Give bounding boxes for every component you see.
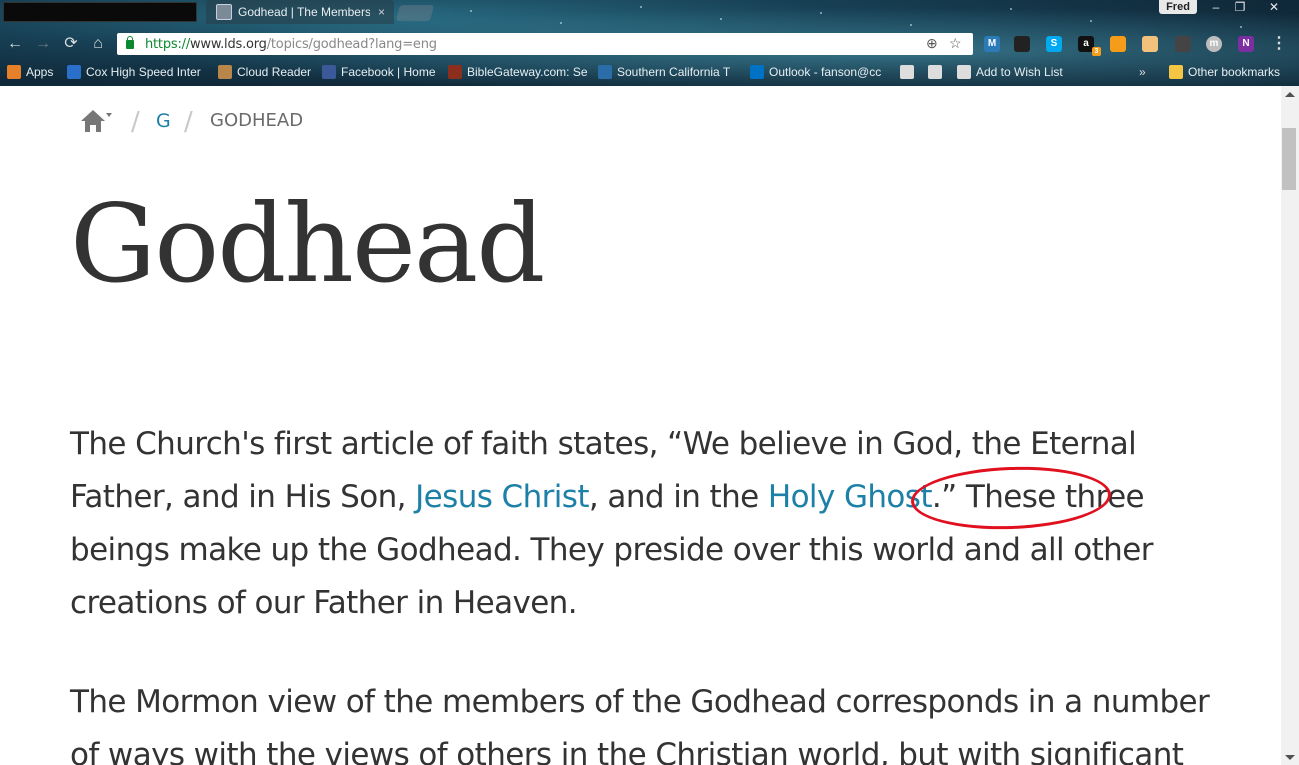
tab-close-icon[interactable]: × xyxy=(378,5,385,19)
bookmark-southern-california-icon xyxy=(598,65,612,79)
bookmark-cloud-reader[interactable]: Cloud Reader xyxy=(218,63,314,81)
profile-name-badge[interactable]: Fred xyxy=(1159,0,1197,14)
paragraph-2: The Mormon view of the members of the Go… xyxy=(70,684,1210,765)
new-tab-button[interactable] xyxy=(395,5,435,21)
bookmark-facebook-icon xyxy=(322,65,336,79)
tab-blank[interactable] xyxy=(3,2,197,22)
bookmark-blank-2[interactable] xyxy=(928,63,948,81)
bookmark-add-to-wish-list[interactable]: Add to Wish List xyxy=(957,63,1067,81)
bookmark-southern-california[interactable]: Southern California T xyxy=(598,63,742,81)
bookmark-label: Cox High Speed Inter xyxy=(86,65,201,79)
tab-godhead[interactable]: Godhead | The Members × xyxy=(206,0,394,24)
bookmark-label: Outlook - fanson@cc xyxy=(769,65,882,79)
ghostery-icon[interactable] xyxy=(1142,36,1158,52)
bookmark-facebook[interactable]: Facebook | Home xyxy=(322,63,440,81)
bookmark-label: Facebook | Home xyxy=(341,65,436,79)
jesus-christ-link[interactable]: Jesus Christ xyxy=(415,479,589,515)
bookmark-biblegateway-icon xyxy=(448,65,462,79)
scrollbar-thumb[interactable] xyxy=(1282,128,1296,190)
holy-ghost-link[interactable]: Holy Ghost xyxy=(768,479,933,515)
minimize-icon[interactable]: – xyxy=(1204,0,1228,16)
page-title: Godhead xyxy=(70,182,545,307)
bookmark-biblegateway[interactable]: BibleGateway.com: Se xyxy=(448,63,592,81)
bookmark-label: Apps xyxy=(26,65,54,79)
lds-favicon-icon xyxy=(216,4,232,20)
bookmark-label: BibleGateway.com: Se xyxy=(467,65,588,79)
bookmark-outlook[interactable]: Outlook - fanson@cc xyxy=(750,63,885,81)
menu-icon[interactable]: ⋮ xyxy=(1271,36,1287,52)
folder-icon xyxy=(1169,65,1183,79)
amazon-badge: 3 xyxy=(1092,47,1101,56)
bookmark-cloud-reader-icon xyxy=(218,65,232,79)
clock-icon[interactable] xyxy=(1014,36,1030,52)
bookmark-add-to-wish-list-icon xyxy=(957,65,971,79)
bookmark-cox[interactable]: Cox High Speed Inter xyxy=(67,63,207,81)
browser-chrome: Godhead | The Members × Fred – ❐ ✕ ← → ⟳… xyxy=(0,0,1299,86)
bookmark-apps-icon xyxy=(7,65,21,79)
amazon-smile-icon[interactable] xyxy=(1110,36,1126,52)
bookmark-other[interactable]: Other bookmarks xyxy=(1169,63,1280,81)
bookmark-blank-1-icon xyxy=(900,65,914,79)
scroll-up-icon[interactable] xyxy=(1285,92,1295,97)
page-content: / G / GODHEAD Godhead The Church's first… xyxy=(0,86,1281,765)
bookmark-cox-icon xyxy=(67,65,81,79)
reload-icon[interactable]: ⟳ xyxy=(61,35,81,53)
breadcrumb-separator: / xyxy=(184,107,193,137)
address-bar[interactable]: https://www.lds.org/topics/godhead?lang=… xyxy=(117,33,973,55)
mcafee-icon[interactable]: M xyxy=(984,36,1000,52)
bookmark-outlook-icon xyxy=(750,65,764,79)
bookmark-apps[interactable]: Apps xyxy=(7,63,62,81)
close-window-icon[interactable]: ✕ xyxy=(1262,0,1286,16)
restore-icon[interactable]: ❐ xyxy=(1228,0,1252,16)
forward-icon[interactable]: → xyxy=(33,35,53,53)
back-icon[interactable]: ← xyxy=(5,35,25,53)
home-menu-icon[interactable] xyxy=(79,108,113,134)
bookmark-star-icon[interactable]: ☆ xyxy=(949,35,962,52)
skype-icon[interactable]: S xyxy=(1046,36,1062,52)
bookmark-blank-1[interactable] xyxy=(900,63,920,81)
breadcrumb-separator: / xyxy=(131,107,140,137)
breadcrumb-current: GODHEAD xyxy=(210,110,304,131)
scroll-down-icon[interactable] xyxy=(1285,755,1295,760)
profile-icon[interactable]: m xyxy=(1206,36,1222,52)
home-icon[interactable]: ⌂ xyxy=(88,35,108,53)
address-url: https://www.lds.org/topics/godhead?lang=… xyxy=(145,36,437,52)
bookmarks-overflow-icon[interactable]: » xyxy=(1139,63,1146,81)
vertical-scrollbar[interactable] xyxy=(1281,86,1299,765)
lock-icon xyxy=(126,35,134,49)
bookmark-label: Southern California T xyxy=(617,65,731,79)
printer-icon[interactable] xyxy=(1175,36,1191,52)
bookmark-label: Add to Wish List xyxy=(976,65,1063,79)
breadcrumb-letter-link[interactable]: G xyxy=(156,110,171,132)
bookmark-blank-2-icon xyxy=(928,65,942,79)
onenote-icon[interactable]: N xyxy=(1238,36,1254,52)
zoom-icon[interactable]: ⊕ xyxy=(926,35,938,52)
bookmark-label: Cloud Reader xyxy=(237,65,312,79)
tab-title: Godhead | The Members xyxy=(238,5,370,19)
